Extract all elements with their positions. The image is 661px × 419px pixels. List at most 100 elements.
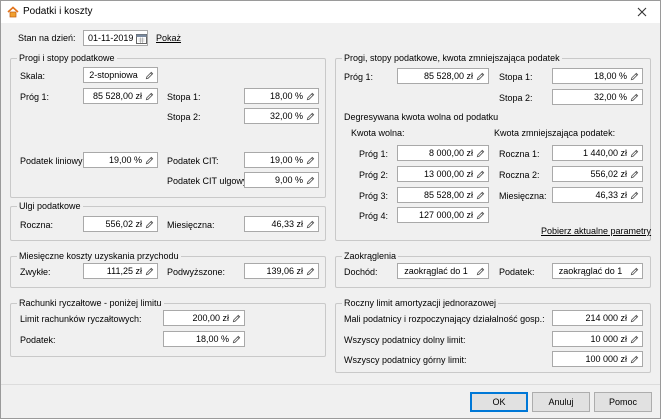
zwykle-value: 111,25 zł (106, 266, 142, 276)
prog1-value: 85 528,00 zł (92, 91, 142, 101)
r-prog1-value: 85 528,00 zł (423, 71, 473, 81)
edit-icon[interactable] (306, 220, 315, 229)
edit-icon[interactable] (630, 335, 639, 344)
stopa2-field[interactable]: 32,00 % (244, 108, 319, 124)
kw-prog4-field[interactable]: 127 000,00 zł (397, 207, 489, 223)
rachunki-group-title: Rachunki ryczałtowe - poniżej limitu (17, 298, 164, 309)
kw-prog4-value: 127 000,00 zł (418, 210, 473, 220)
mali-field[interactable]: 214 000 zł (552, 310, 643, 326)
cit-field[interactable]: 19,00 % (244, 152, 319, 168)
r-stopa2-field[interactable]: 32,00 % (552, 89, 643, 105)
liniowy-field[interactable]: 19,00 % (83, 152, 158, 168)
cit-value: 19,00 % (269, 155, 303, 165)
ok-button[interactable]: OK (470, 392, 528, 412)
edit-icon[interactable] (145, 92, 154, 101)
podwyzszone-value: 139,06 zł (266, 266, 303, 276)
kz-roczna1-label: Roczna 1: (499, 149, 540, 159)
rachunki-podatek-label: Podatek: (20, 335, 56, 345)
kwota-zmn-header: Kwota zmniejszająca podatek: (494, 128, 616, 138)
cancel-button[interactable]: Anuluj (532, 392, 590, 412)
liniowy-label: Podatek liniowy: (20, 156, 86, 166)
dolny-value: 10 000 zł (590, 334, 627, 344)
rachunki-podatek-field[interactable]: 18,00 % (163, 331, 245, 347)
zaokr-podatek-field[interactable]: zaokrąglać do 1 (552, 263, 643, 279)
edit-icon[interactable] (306, 267, 315, 276)
date-label: Stan na dzień: (18, 33, 76, 43)
zwykle-label: Zwykłe: (20, 267, 51, 277)
edit-icon[interactable] (476, 149, 485, 158)
kz-roczna1-field[interactable]: 1 440,00 zł (552, 145, 643, 161)
r-stopa1-label: Stopa 1: (499, 72, 533, 82)
dochod-value: zaokrąglać do 1 (404, 266, 468, 276)
help-button[interactable]: Pomoc (594, 392, 652, 412)
ulgi-roczna-label: Roczna: (20, 220, 54, 230)
kz-miesieczna-field[interactable]: 46,33 zł (552, 187, 643, 203)
edit-icon[interactable] (630, 355, 639, 364)
ulgi-roczna-value: 556,02 zł (105, 219, 142, 229)
kz-miesieczna-value: 46,33 zł (595, 190, 627, 200)
edit-icon[interactable] (630, 191, 639, 200)
ulgi-miesieczna-field[interactable]: 46,33 zł (244, 216, 319, 232)
edit-icon[interactable] (306, 176, 315, 185)
edit-icon[interactable] (630, 170, 639, 179)
rachunki-podatek-value: 18,00 % (195, 334, 229, 344)
r-stopa1-field[interactable]: 18,00 % (552, 68, 643, 84)
kw-prog2-label: Próg 2: (359, 170, 389, 180)
kz-roczna2-field[interactable]: 556,02 zł (552, 166, 643, 182)
edit-icon[interactable] (476, 72, 485, 81)
r-prog1-field[interactable]: 85 528,00 zł (397, 68, 489, 84)
r-stopa2-value: 32,00 % (593, 92, 627, 102)
koszty-group-title: Miesięczne koszty uzyskania przychodu (17, 251, 181, 262)
prog1-field[interactable]: 85 528,00 zł (83, 88, 158, 104)
cit-ulgowy-field[interactable]: 9,00 % (244, 172, 319, 188)
edit-icon[interactable] (145, 156, 154, 165)
edit-icon[interactable] (630, 267, 639, 276)
cit-label: Podatek CIT: (167, 156, 219, 166)
kw-prog2-field[interactable]: 13 000,00 zł (397, 166, 489, 182)
edit-icon[interactable] (630, 314, 639, 323)
edit-icon[interactable] (232, 314, 241, 323)
dochod-field[interactable]: zaokrąglać do 1 (397, 263, 489, 279)
edit-icon[interactable] (476, 211, 485, 220)
edit-icon[interactable] (145, 71, 154, 80)
podwyzszone-field[interactable]: 139,06 zł (244, 263, 319, 279)
kw-prog3-field[interactable]: 85 528,00 zł (397, 187, 489, 203)
gorny-field[interactable]: 100 000 zł (552, 351, 643, 367)
edit-icon[interactable] (306, 92, 315, 101)
edit-icon[interactable] (630, 149, 639, 158)
edit-icon[interactable] (145, 220, 154, 229)
fetch-params-link[interactable]: Pobierz aktualne parametry (541, 226, 651, 237)
kz-roczna2-label: Roczna 2: (499, 170, 540, 180)
progi-group-title: Progi i stopy podatkowe (17, 53, 117, 64)
degres-title: Degresywana kwota wolna od podatku (344, 112, 499, 122)
edit-icon[interactable] (232, 335, 241, 344)
app-icon (7, 6, 19, 18)
calendar-icon[interactable] (136, 33, 147, 44)
dolny-field[interactable]: 10 000 zł (552, 331, 643, 347)
edit-icon[interactable] (630, 72, 639, 81)
kw-prog1-field[interactable]: 8 000,00 zł (397, 145, 489, 161)
stopa1-field[interactable]: 18,00 % (244, 88, 319, 104)
show-link[interactable]: Pokaż (156, 33, 181, 44)
edit-icon[interactable] (476, 191, 485, 200)
limit-rachunkow-field[interactable]: 200,00 zł (163, 310, 245, 326)
edit-icon[interactable] (476, 267, 485, 276)
dochod-label: Dochód: (344, 267, 378, 277)
edit-icon[interactable] (476, 170, 485, 179)
zwykle-field[interactable]: 111,25 zł (83, 263, 158, 279)
skala-field[interactable]: 2-stopniowa (83, 67, 158, 83)
mali-label: Mali podatnicy i rozpoczynający działaln… (344, 314, 545, 324)
edit-icon[interactable] (145, 267, 154, 276)
date-input[interactable]: 01-11-2019 (83, 30, 148, 46)
mali-value: 214 000 zł (585, 313, 627, 323)
date-value: 01-11-2019 (88, 33, 134, 43)
close-icon[interactable] (634, 5, 650, 19)
edit-icon[interactable] (306, 112, 315, 121)
edit-icon[interactable] (630, 93, 639, 102)
right-progi-group-title: Progi, stopy podatkowe, kwota zmniejszaj… (342, 53, 562, 64)
prog1-label: Próg 1: (20, 92, 50, 102)
window-title: Podatki i koszty (23, 6, 93, 17)
edit-icon[interactable] (306, 156, 315, 165)
kw-prog2-value: 13 000,00 zł (423, 169, 473, 179)
ulgi-roczna-field[interactable]: 556,02 zł (83, 216, 158, 232)
